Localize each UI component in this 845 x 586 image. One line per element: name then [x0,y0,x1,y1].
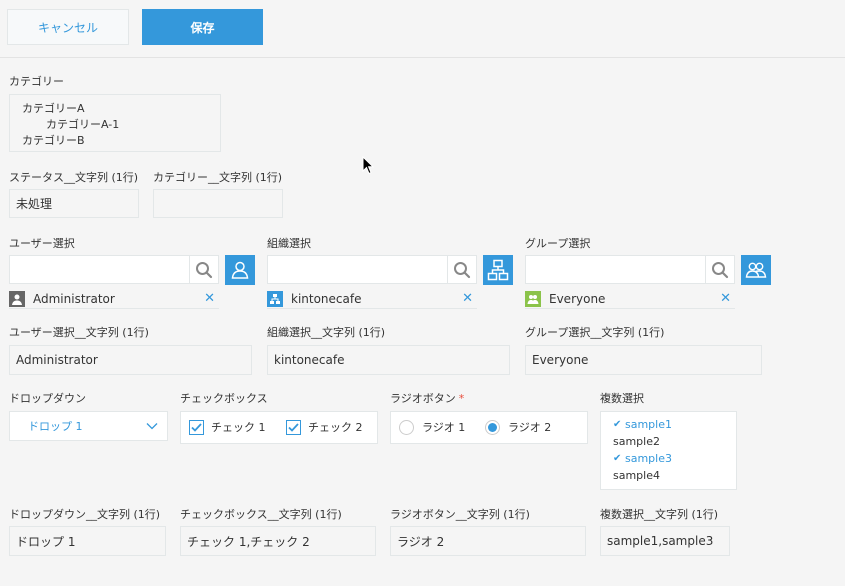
group-search-button[interactable] [705,255,735,284]
multiselect-option-3[interactable]: ✔ sample3 [613,452,672,465]
checkbox-checked-icon [189,419,204,435]
checkbox-option-2[interactable]: チェック 2 [286,419,363,435]
search-icon [196,261,213,278]
checkbox-text-value: チェック 1,チェック 2 [180,526,376,556]
multiselect-label: 複数選択 [600,392,644,405]
category-text-label: カテゴリー__文字列 (1行) [153,171,283,184]
user-search-input[interactable] [9,255,190,284]
multiselect-option-label: sample2 [613,435,660,448]
category-label: カテゴリー [9,75,64,88]
checkbox-checked-icon [286,419,301,435]
checkbox-option-label: チェック 2 [308,421,363,434]
checkbox-text-label: チェックボックス__文字列 (1行) [180,508,342,521]
search-icon [454,261,471,278]
radio-option-2[interactable]: ラジオ 2 [485,419,551,435]
category-item: カテゴリーB [22,134,85,147]
user-picker-button[interactable] [225,255,255,285]
group-select-label: グループ選択 [525,237,591,250]
dropdown-label: ドロップダウン [9,392,86,405]
user-text-value: Administrator [9,345,252,375]
category-tree: カテゴリーA カテゴリーA-1 カテゴリーB [9,94,221,152]
remove-org-icon[interactable]: ✕ [462,292,473,306]
user-icon [231,261,249,279]
org-search-button[interactable] [447,255,477,284]
radio-option-1[interactable]: ラジオ 1 [399,419,465,435]
selected-org: kintonecafe ✕ [267,289,477,309]
checkbox-label: チェックボックス [180,392,268,405]
save-button[interactable]: 保存 [142,9,263,45]
category-item: カテゴリーA-1 [46,118,120,131]
category-item: カテゴリーA [22,102,85,115]
check-icon: ✔ [613,453,622,464]
mouse-cursor-icon [362,156,374,175]
checkbox-option-1[interactable]: チェック 1 [189,419,266,435]
radio-selected-icon [485,419,500,435]
checkbox-option-label: チェック 1 [211,421,266,434]
org-picker-button[interactable] [483,255,513,285]
dropdown-value: ドロップ 1 [28,420,83,433]
group-icon [745,262,767,278]
radio-unselected-icon [399,419,414,435]
dropdown-text-label: ドロップダウン__文字列 (1行) [9,508,161,521]
group-text-value: Everyone [525,345,762,375]
selected-user-name: Administrator [33,291,115,306]
chevron-down-icon [146,423,158,430]
organization-icon [487,259,509,281]
selected-group: Everyone ✕ [525,289,735,309]
remove-user-icon[interactable]: ✕ [204,292,215,306]
org-avatar-icon [267,290,283,307]
toolbar: キャンセル 保存 [0,0,845,58]
remove-group-icon[interactable]: ✕ [720,292,731,306]
group-picker-button[interactable] [741,255,771,285]
multiselect-option-2[interactable]: sample2 [613,435,660,448]
multiselect-option-label: sample3 [625,452,672,465]
radio-text-value: ラジオ 2 [390,526,586,556]
category-text-value [153,189,283,218]
radio-option-label: ラジオ 1 [422,421,466,434]
status-text-value: 未処理 [9,189,139,218]
cancel-button[interactable]: キャンセル [7,9,129,45]
search-icon [712,261,729,278]
selected-group-name: Everyone [549,291,606,306]
org-select-label: 組織選択 [267,237,311,250]
multiselect-option-4[interactable]: sample4 [613,469,660,482]
selected-org-name: kintonecafe [291,291,362,306]
org-search-input[interactable] [267,255,448,284]
status-text-label: ステータス__文字列 (1行) [9,171,139,184]
org-text-label: 組織選択__文字列 (1行) [267,326,386,339]
required-mark: * [458,392,465,405]
radio-option-label: ラジオ 2 [508,421,552,434]
dropdown-select[interactable]: ドロップ 1 [9,411,168,441]
user-text-label: ユーザー選択__文字列 (1行) [9,326,149,339]
radio-label-text: ラジオボタン [390,392,456,405]
check-icon: ✔ [613,419,622,430]
selected-user: Administrator ✕ [9,289,219,309]
multiselect-text-value: sample1,sample3 [600,526,730,556]
radio-label: ラジオボタン * [390,390,464,406]
user-search-button[interactable] [189,255,219,284]
group-text-label: グループ選択__文字列 (1行) [525,326,665,339]
user-avatar-icon [9,290,25,307]
group-avatar-icon [525,290,541,307]
multiselect-text-label: 複数選択__文字列 (1行) [600,508,719,521]
user-select-label: ユーザー選択 [9,237,75,250]
org-text-value: kintonecafe [267,345,510,375]
multiselect-list[interactable]: ✔ sample1 sample2 ✔ sample3 sample4 [600,411,737,490]
multiselect-option-label: sample1 [625,418,672,431]
multiselect-option-1[interactable]: ✔ sample1 [613,418,672,431]
dropdown-text-value: ドロップ 1 [9,526,166,556]
multiselect-option-label: sample4 [613,469,660,482]
radio-text-label: ラジオボタン__文字列 (1行) [390,508,530,521]
group-search-input[interactable] [525,255,706,284]
